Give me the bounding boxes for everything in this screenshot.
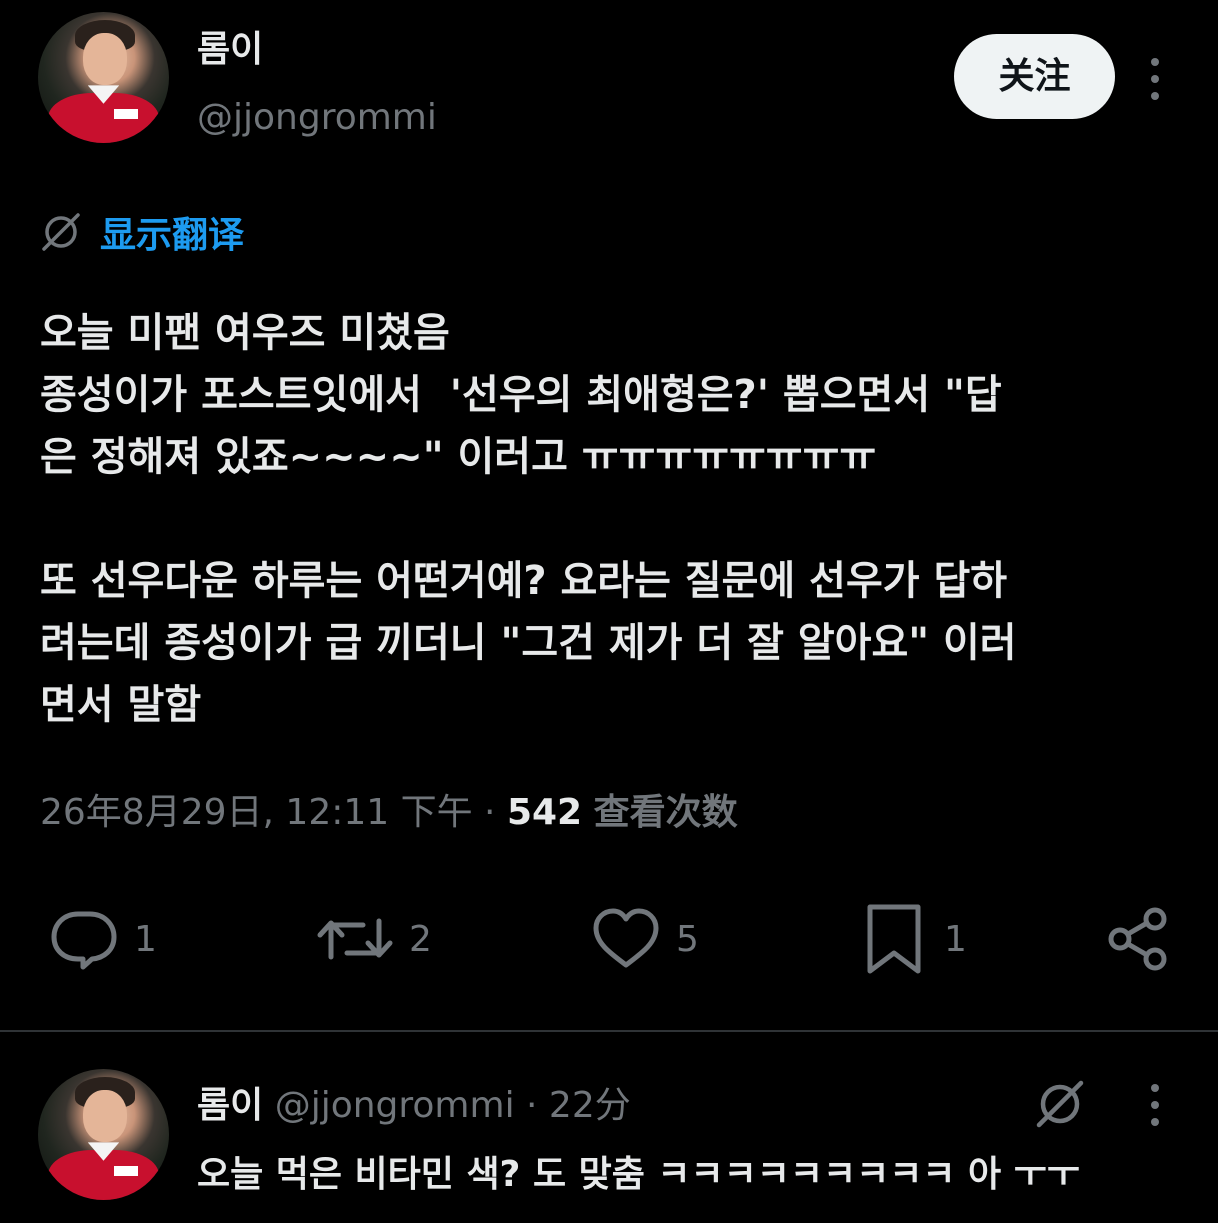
reply-translate-icon[interactable] <box>1034 1078 1086 1130</box>
reply-text: 오늘 먹은 비타민 색? 도 맞춤 ㅋㅋㅋㅋㅋㅋㅋㅋㅋ 아 ㅜㅜ <box>197 1154 1080 1195</box>
share-icon <box>1108 907 1167 971</box>
more-icon[interactable] <box>1143 58 1167 100</box>
reply-separator: · <box>514 1085 549 1126</box>
like-count: 5 <box>676 918 699 960</box>
views-count: 542 <box>506 792 583 833</box>
bookmark-icon <box>867 904 921 974</box>
share-button[interactable] <box>1104 903 1172 975</box>
translate-globe-icon <box>42 213 80 251</box>
author-display-name[interactable]: 롬이 <box>197 20 263 72</box>
heart-icon <box>593 908 659 968</box>
views-label: 查看次数 <box>593 792 738 833</box>
bookmark-button[interactable]: 1 <box>858 903 967 975</box>
follow-button[interactable]: 关注 <box>954 34 1115 119</box>
reply-button[interactable]: 1 <box>48 903 157 975</box>
retweet-button[interactable]: 2 <box>315 903 432 975</box>
reply-handle[interactable]: @jjongrommi <box>275 1085 515 1126</box>
author-avatar[interactable] <box>38 12 169 143</box>
reply-time[interactable]: 22分 <box>549 1085 631 1126</box>
retweet-count: 2 <box>409 918 432 960</box>
tweet-meta: 26年8月29日, 12:11 下午 · 542 查看次数 <box>40 783 738 835</box>
show-translation-link[interactable]: 显示翻译 <box>40 208 244 256</box>
reply-more-icon[interactable] <box>1143 1084 1167 1126</box>
bookmark-count: 1 <box>944 918 967 960</box>
reply-display-name[interactable]: 롬이 <box>197 1085 263 1126</box>
reply-bubble-icon <box>51 911 117 970</box>
reply-count: 1 <box>134 918 157 960</box>
author-handle[interactable]: @jjongrommi <box>197 97 437 138</box>
divider <box>0 1030 1218 1032</box>
tweet-text: 오늘 미팬 여우즈 미쳤음 종성이가 포스트잇에서 '선우의 최애형은?' 뽑으… <box>40 310 1017 728</box>
show-translation-label: 显示翻译 <box>100 215 245 256</box>
like-button[interactable]: 5 <box>590 903 699 975</box>
tweet-timestamp[interactable]: 26年8月29日, 12:11 下午 <box>40 792 473 833</box>
retweet-icon <box>317 918 393 960</box>
reply-author-avatar[interactable] <box>38 1069 169 1200</box>
meta-separator: · <box>472 792 507 833</box>
reply-header: 롬이 @jjongrommi · 22分 <box>197 1076 631 1128</box>
